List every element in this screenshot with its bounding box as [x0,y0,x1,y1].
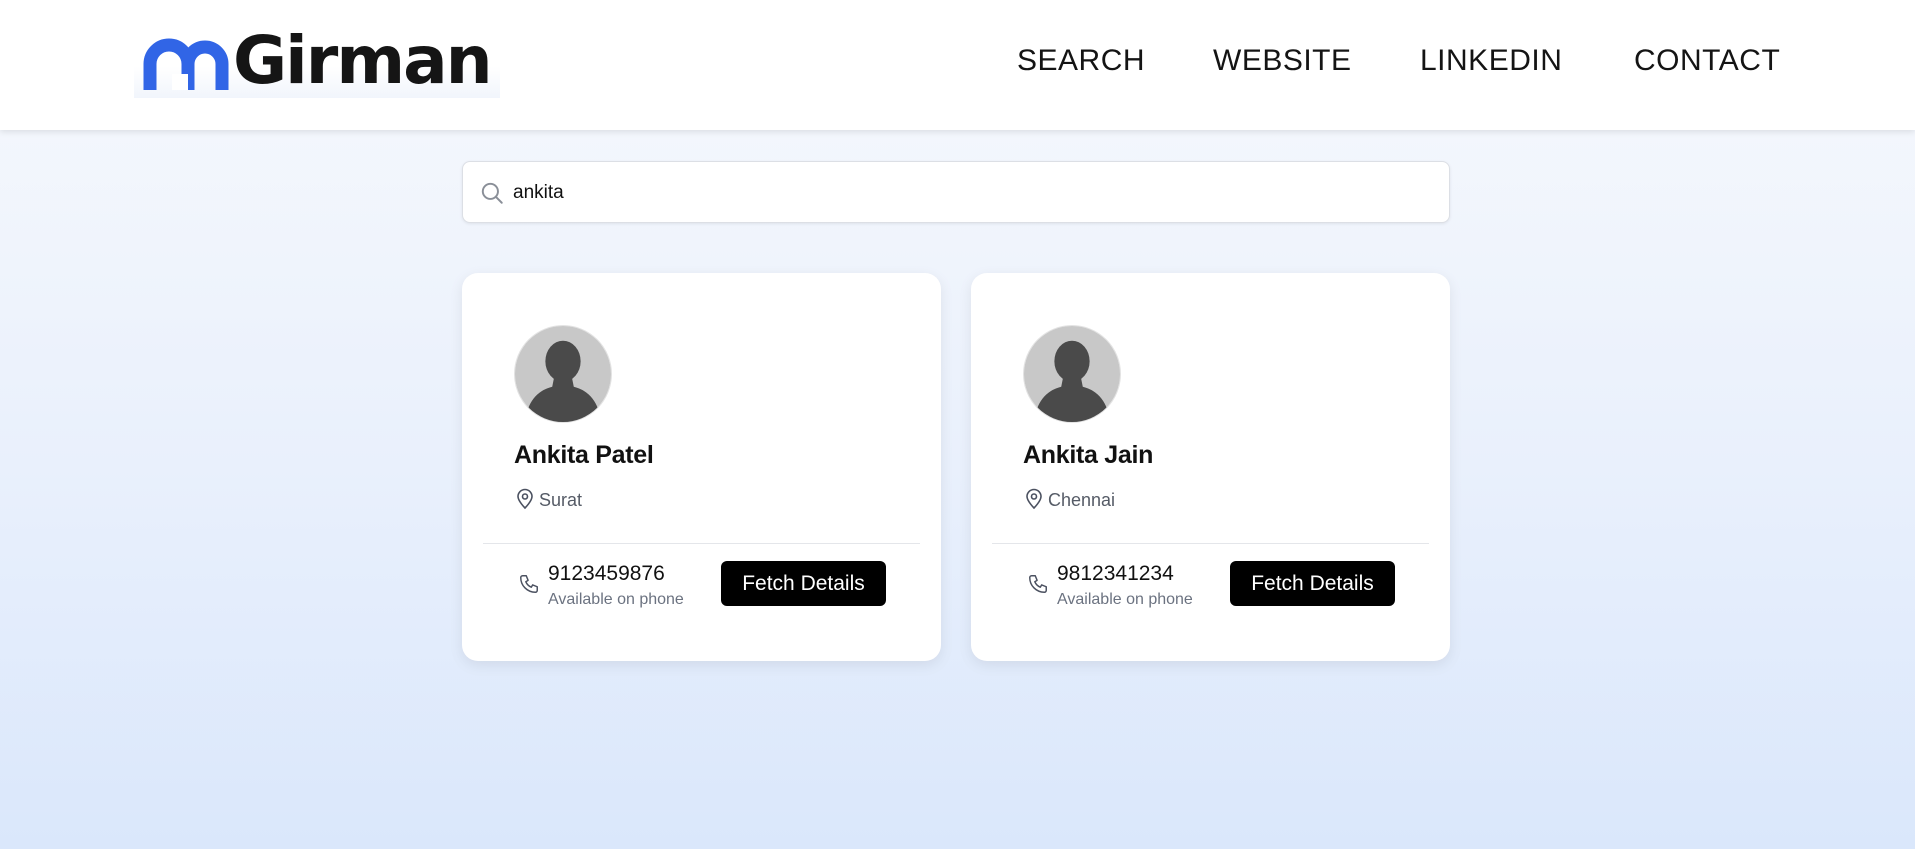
nav-linkedin[interactable]: LINKEDIN [1420,40,1562,82]
avatar [1023,325,1121,423]
brand-logo[interactable]: Girman [134,22,500,99]
location-text: Surat [539,490,583,510]
phone-availability: Available on phone [548,591,684,608]
divider [483,543,920,544]
divider [992,543,1429,544]
location-text: Chennai [1048,490,1116,510]
phone-icon [520,575,538,593]
nav-contact[interactable]: CONTACT [1634,40,1780,82]
search-icon [481,182,503,204]
nav-search[interactable]: SEARCH [1017,40,1145,82]
phone-number: 9812341234 [1057,562,1174,585]
person-name: Ankita Patel [514,441,654,469]
result-card: Ankita Patel Surat 9123459876 Available … [462,273,941,661]
phone-availability: Available on phone [1057,591,1193,608]
person-name: Ankita Jain [1023,441,1154,469]
search-input[interactable] [513,174,1413,212]
logo-mark-icon [143,38,229,90]
phone-icon [1029,575,1047,593]
location-pin-icon [517,488,533,510]
location-pin-icon [1026,488,1042,510]
avatar [514,325,612,423]
nav-website[interactable]: WEBSITE [1213,40,1352,82]
fetch-details-button[interactable]: Fetch Details [1230,561,1395,606]
user-silhouette-icon [515,326,611,422]
brand-name: Girman [233,22,493,99]
search-bar[interactable] [462,161,1450,223]
user-silhouette-icon [1024,326,1120,422]
fetch-details-button[interactable]: Fetch Details [721,561,886,606]
result-card: Ankita Jain Chennai 9812341234 Available… [971,273,1450,661]
top-header: Girman SEARCH WEBSITE LINKEDIN CONTACT [0,0,1915,130]
phone-number: 9123459876 [548,562,665,585]
